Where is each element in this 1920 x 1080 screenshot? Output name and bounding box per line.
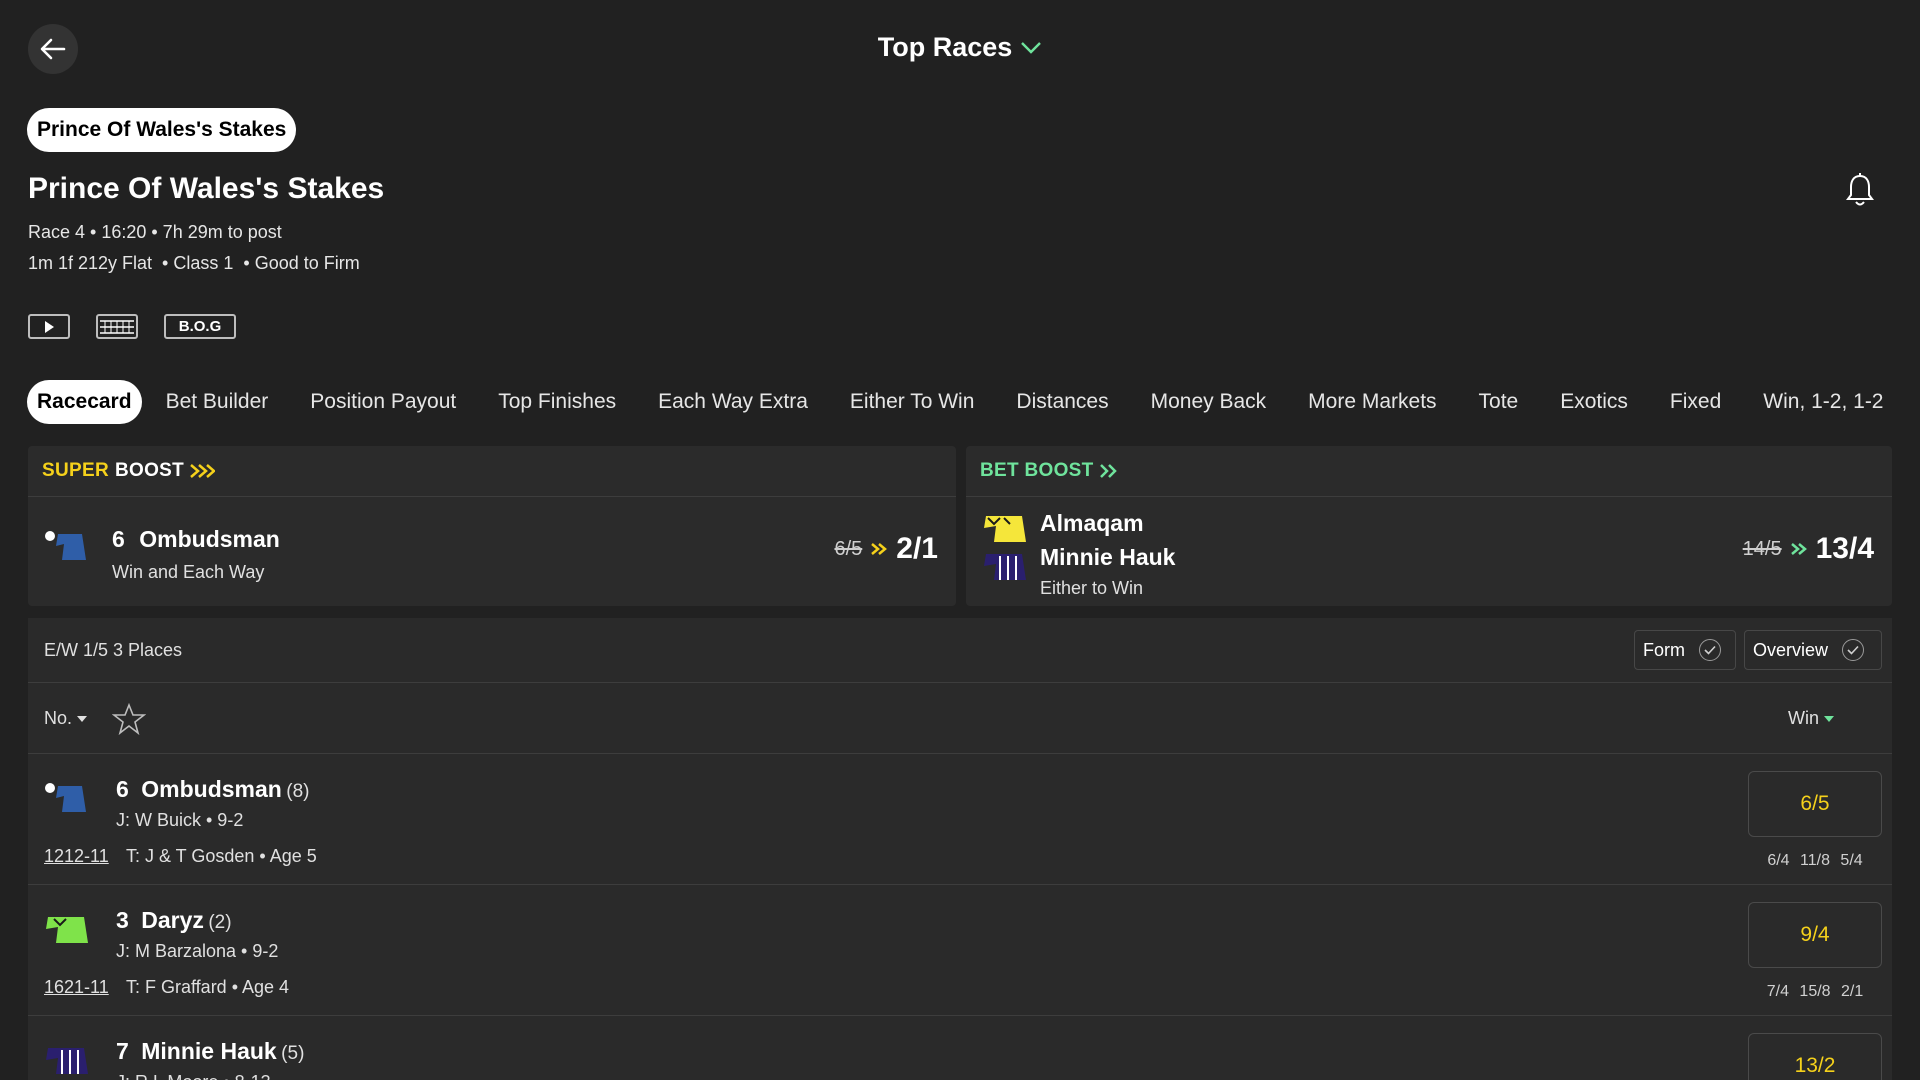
header-title: Top Races: [877, 32, 1013, 62]
market-tabs: Racecard Bet Builder Position Payout Top…: [27, 380, 1884, 424]
bet-boost-panel[interactable]: BET BOOST Almaqam Minnie Hauk Either to …: [966, 446, 1892, 606]
silks-icon: [45, 783, 86, 812]
runner-trainer: T: F Graffard • Age 4: [126, 977, 290, 997]
super-label: SUPER: [42, 460, 109, 481]
odds-button[interactable]: 13/2: [1748, 1033, 1882, 1080]
runner-draw: (2): [208, 912, 232, 933]
previous-odds: 6/4 11/8 5/4: [1767, 852, 1863, 869]
tab-racecard[interactable]: Racecard: [27, 380, 142, 424]
overview-toggle-label: Overview: [1753, 639, 1829, 660]
double-chevron-icon: [871, 543, 888, 555]
runner-number: 3: [116, 907, 129, 933]
racecard-options-bar: E/W 1/5 3 Places Form Overview: [28, 618, 1892, 683]
each-way-terms: E/W 1/5 3 Places: [44, 640, 183, 660]
overview-toggle[interactable]: Overview: [1744, 630, 1882, 670]
runner-row[interactable]: 3 Daryz (2) J: M Barzalona • 9-2 1621-11…: [28, 885, 1892, 1016]
boost-runner-number: 6: [112, 526, 125, 552]
win-market-selector[interactable]: Win: [1788, 708, 1835, 729]
bell-icon[interactable]: [1844, 172, 1876, 208]
tab-each-way-extra[interactable]: Each Way Extra: [658, 380, 808, 424]
race-chip[interactable]: Prince Of Wales's Stakes: [27, 108, 297, 152]
boost-runner-1: Almaqam: [1040, 510, 1144, 536]
win-label: Win: [1788, 708, 1819, 728]
caret-down-icon: [77, 715, 88, 722]
runner-jockey: J: W Buick • 9-2: [116, 810, 244, 830]
tab-fixed[interactable]: Fixed: [1670, 380, 1721, 424]
star-icon[interactable]: [112, 703, 146, 735]
sort-label: No.: [44, 708, 73, 728]
silks-icon: [45, 531, 86, 560]
boost-runner-2: Minnie Hauk: [1040, 544, 1176, 570]
double-chevron-icon: [190, 464, 216, 478]
double-chevron-icon: [1099, 464, 1117, 478]
runner-name: Ombudsman: [141, 776, 282, 802]
race-selector[interactable]: Top Races: [0, 32, 1920, 63]
super-boost-header: SUPER BOOST: [28, 446, 956, 497]
play-video-icon[interactable]: [28, 314, 70, 339]
odds-button[interactable]: 6/5: [1748, 771, 1882, 837]
boost-label: BOOST: [114, 460, 185, 481]
silks-icon: [984, 554, 1026, 580]
racecourse-map-icon[interactable]: [96, 314, 138, 339]
sort-row: No. Win: [28, 683, 1892, 754]
runner-number: 6: [116, 776, 129, 802]
runner-row[interactable]: 7 Minnie Hauk (5) J: R L Moore • 8-13 13…: [28, 1016, 1892, 1080]
boosted-odds: 13/4: [1815, 532, 1874, 565]
runner-name: Minnie Hauk: [141, 1038, 277, 1064]
silks-icon: [46, 917, 88, 943]
old-odds: 6/5: [834, 537, 863, 560]
race-conditions: 1m 1f 212y Flat • Class 1 • Good to Firm: [28, 253, 360, 273]
tab-either-to-win[interactable]: Either To Win: [850, 380, 975, 424]
bet-boost-header: BET BOOST: [966, 446, 1892, 497]
check-icon: [1842, 639, 1865, 661]
tab-top-finishes[interactable]: Top Finishes: [498, 380, 616, 424]
silks-icon: [984, 516, 1026, 542]
double-chevron-icon: [1790, 543, 1807, 555]
tab-distances[interactable]: Distances: [1016, 380, 1108, 424]
bog-badge: B.O.G: [164, 314, 236, 339]
runner-form[interactable]: 1212-11: [44, 846, 109, 867]
runner-jockey: J: M Barzalona • 9-2: [116, 941, 279, 961]
form-toggle-label: Form: [1643, 639, 1685, 660]
boosted-odds: 2/1: [896, 532, 938, 565]
previous-odds: 7/4 15/8 2/1: [1766, 983, 1864, 1000]
runner-draw: (5): [281, 1043, 305, 1064]
tab-bet-builder[interactable]: Bet Builder: [166, 380, 269, 424]
boost-market: Either to Win: [1040, 578, 1144, 598]
boost-runner-name: Ombudsman: [139, 526, 280, 552]
boost-market: Win and Each Way: [112, 562, 265, 582]
odds-button[interactable]: 9/4: [1748, 902, 1882, 968]
silks-icon: [46, 1048, 88, 1074]
super-boost-panel[interactable]: SUPER BOOST 6 Ombudsman Win and Each Way…: [28, 446, 956, 606]
caret-down-icon: [1824, 715, 1834, 722]
old-odds: 14/5: [1742, 537, 1782, 560]
tab-position-payout[interactable]: Position Payout: [310, 380, 456, 424]
tab-money-back[interactable]: Money Back: [1151, 380, 1267, 424]
form-toggle[interactable]: Form: [1634, 630, 1736, 670]
tab-exotics[interactable]: Exotics: [1560, 380, 1628, 424]
runner-draw: (8): [286, 781, 310, 802]
sort-by-number[interactable]: No.: [44, 708, 88, 729]
race-info: Race 4 • 16:20 • 7h 29m to post: [28, 222, 282, 242]
tab-win-1-2[interactable]: Win, 1-2, 1-2: [1763, 380, 1883, 424]
tab-more-markets[interactable]: More Markets: [1308, 380, 1436, 424]
runner-name: Daryz: [141, 907, 204, 933]
check-icon: [1699, 639, 1721, 661]
runner-trainer: T: J & T Gosden • Age 5: [126, 846, 317, 866]
runner-number: 7: [116, 1038, 129, 1064]
tab-tote[interactable]: Tote: [1479, 380, 1519, 424]
bet-boost-label: BET BOOST: [980, 460, 1094, 481]
runner-form[interactable]: 1621-11: [44, 977, 109, 998]
runner-row[interactable]: 6 Ombudsman (8) J: W Buick • 9-2 1212-11…: [28, 754, 1892, 885]
chevron-down-icon: [1021, 41, 1042, 54]
race-title: Prince Of Wales's Stakes: [28, 172, 385, 205]
runner-jockey: J: R L Moore • 8-13: [116, 1072, 271, 1080]
